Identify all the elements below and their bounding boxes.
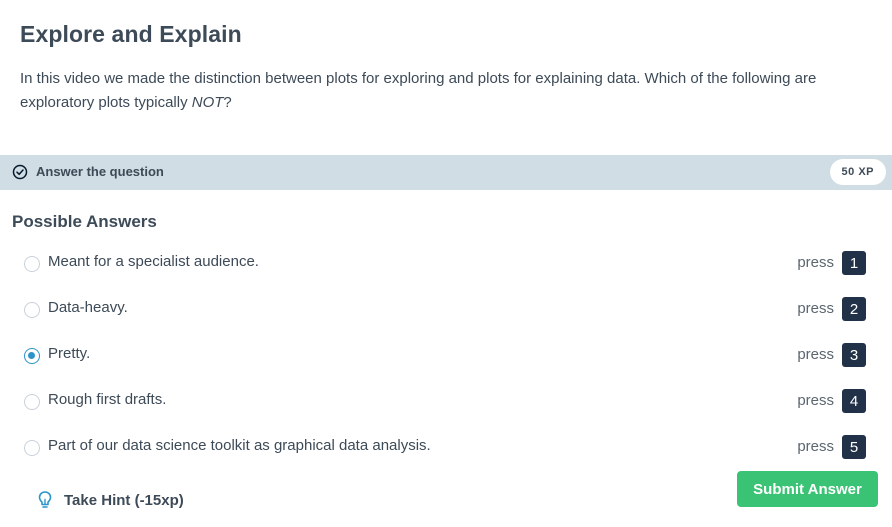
option-label[interactable]: Pretty.	[48, 345, 90, 362]
answer-option-5[interactable]: Part of our data science toolkit as grap…	[0, 432, 892, 462]
xp-badge: 50 XP	[829, 159, 886, 185]
answer-option-4[interactable]: Rough first drafts. press 4	[0, 386, 892, 416]
radio-button[interactable]	[24, 256, 40, 272]
shortcut-key-badge: 4	[842, 389, 866, 413]
option-label[interactable]: Rough first drafts.	[48, 391, 166, 408]
lightbulb-icon	[38, 491, 52, 508]
task-label: Answer the question	[36, 164, 164, 179]
shortcut-key-badge: 2	[842, 297, 866, 321]
question-text: In this video we made the distinction be…	[20, 67, 880, 115]
radio-button-selected[interactable]	[24, 348, 40, 364]
press-label: press	[797, 254, 834, 271]
press-label: press	[797, 346, 834, 363]
exercise-title: Explore and Explain	[20, 21, 242, 47]
option-label[interactable]: Data-heavy.	[48, 299, 128, 316]
answer-option-1[interactable]: Meant for a specialist audience. press 1	[0, 248, 892, 278]
question-emphasis: NOT	[191, 94, 224, 111]
question-end: ?	[223, 94, 232, 111]
submit-answer-button[interactable]: Submit Answer	[737, 471, 878, 507]
radio-button[interactable]	[24, 302, 40, 318]
question-body: In this video we made the distinction be…	[20, 70, 817, 111]
take-hint-label[interactable]: Take Hint (-15xp)	[64, 492, 184, 509]
take-hint-button[interactable]: Take Hint (-15xp)	[36, 488, 184, 512]
check-circle-icon	[12, 164, 28, 180]
shortcut-key-badge: 1	[842, 251, 866, 275]
answer-option-3[interactable]: Pretty. press 3	[0, 340, 892, 370]
press-label: press	[797, 438, 834, 455]
answer-option-2[interactable]: Data-heavy. press 2	[0, 294, 892, 324]
press-label: press	[797, 392, 834, 409]
task-bar: Answer the question 50 XP	[0, 155, 892, 190]
shortcut-key-badge: 3	[842, 343, 866, 367]
press-label: press	[797, 300, 834, 317]
shortcut-key-badge: 5	[842, 435, 866, 459]
radio-button[interactable]	[24, 440, 40, 456]
option-label[interactable]: Meant for a specialist audience.	[48, 253, 259, 270]
radio-button[interactable]	[24, 394, 40, 410]
possible-answers-heading: Possible Answers	[12, 212, 157, 231]
option-label[interactable]: Part of our data science toolkit as grap…	[48, 437, 431, 454]
